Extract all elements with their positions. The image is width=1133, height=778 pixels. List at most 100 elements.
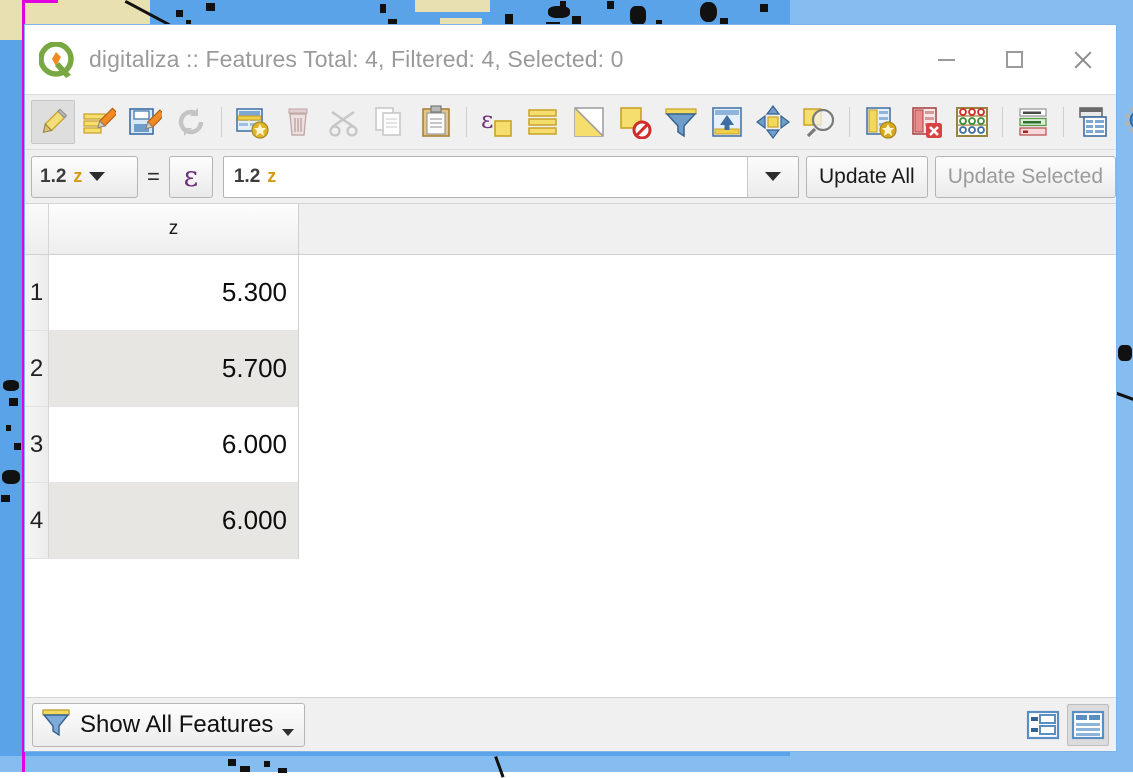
funnel-icon — [41, 707, 71, 742]
move-selection-to-top-button[interactable] — [705, 100, 749, 144]
new-field-icon — [863, 105, 897, 139]
map-water-light-bottom — [0, 756, 1133, 772]
save-edits-button[interactable] — [77, 100, 121, 144]
map-islet — [380, 4, 386, 13]
field-selector-value: z — [73, 166, 82, 187]
feature-filter-button[interactable]: Show All Features — [32, 703, 305, 747]
map-islet — [1, 495, 10, 502]
update-all-button[interactable]: Update All — [806, 156, 928, 198]
chevron-down-icon — [765, 172, 781, 181]
cell-z[interactable]: 6.000 — [49, 483, 299, 559]
toolbar-separator — [1002, 107, 1003, 137]
expression-type-glyph: 1.2 — [234, 166, 260, 188]
map-islet — [630, 6, 646, 25]
expression-dropdown-button[interactable] — [747, 157, 798, 197]
delete-selected-button[interactable] — [276, 100, 320, 144]
map-islet — [9, 398, 18, 406]
add-feature-button[interactable] — [230, 100, 274, 144]
pan-map-to-selection-icon — [756, 105, 790, 139]
map-islet — [3, 380, 19, 391]
maximize-icon — [1006, 51, 1023, 68]
map-islet — [240, 766, 250, 772]
save-edits-icon — [82, 105, 116, 139]
toggle-editing-button[interactable] — [31, 100, 75, 144]
zoom-map-to-selection-icon — [802, 105, 836, 139]
reload-table-button[interactable] — [169, 100, 213, 144]
row-number[interactable]: 1 — [25, 255, 49, 331]
expression-value: z — [267, 166, 276, 187]
attribute-table-window: digitaliza :: Features Total: 4, Filtere… — [24, 24, 1117, 752]
cell-z[interactable]: 5.300 — [49, 255, 299, 331]
select-by-expression-icon: ε — [480, 105, 514, 139]
form-view-button[interactable] — [1022, 704, 1064, 746]
save-layer-edits-button[interactable] — [123, 100, 167, 144]
save-layer-edits-icon — [128, 105, 162, 139]
reload-table-icon — [174, 105, 208, 139]
svg-text:ε: ε — [481, 106, 493, 134]
open-field-calculator-button[interactable] — [950, 100, 994, 144]
field-type-glyph: 1.2 — [40, 166, 66, 188]
expression-builder-button[interactable]: ε — [169, 156, 213, 198]
toggle-editing-icon — [36, 105, 70, 139]
maximize-button[interactable] — [980, 37, 1048, 83]
delete-field-button[interactable] — [904, 100, 948, 144]
map-islet — [264, 761, 270, 767]
table-row[interactable]: 2 5.700 — [25, 331, 1116, 407]
filter-selection-icon — [664, 105, 698, 139]
zoom-map-to-selection-button[interactable] — [797, 100, 841, 144]
filter-selection-button[interactable] — [659, 100, 703, 144]
map-land-patch-1 — [415, 0, 490, 12]
copy-features-button[interactable] — [368, 100, 412, 144]
pan-map-to-selection-button[interactable] — [751, 100, 795, 144]
paste-features-icon — [419, 105, 453, 139]
field-update-bar: 1.2 z = ε 1.2 z Update All Update Select… — [25, 150, 1116, 204]
toolbar-separator — [466, 107, 467, 137]
cell-z[interactable]: 6.000 — [49, 407, 299, 483]
map-islet — [278, 768, 287, 773]
toolbar-separator — [849, 107, 850, 137]
select-by-expression-button[interactable]: ε — [475, 100, 519, 144]
paste-features-button[interactable] — [414, 100, 458, 144]
map-islet — [228, 759, 236, 766]
update-selected-button[interactable]: Update Selected — [935, 156, 1116, 198]
map-islet — [548, 6, 570, 18]
table-corner-header[interactable] — [25, 204, 49, 254]
row-filler — [299, 483, 1116, 559]
cut-features-icon — [327, 105, 361, 139]
window-title: digitaliza :: Features Total: 4, Filtere… — [89, 46, 912, 73]
minimize-button[interactable] — [912, 37, 980, 83]
new-field-button[interactable] — [858, 100, 902, 144]
table-body: 1 5.300 2 5.700 3 6.000 4 6.000 — [25, 255, 1116, 697]
column-header-z[interactable]: z — [49, 204, 299, 254]
field-selector-combo[interactable]: 1.2 z — [31, 156, 138, 198]
table-row[interactable]: 3 6.000 — [25, 407, 1116, 483]
invert-selection-icon — [572, 105, 606, 139]
row-number[interactable]: 4 — [25, 483, 49, 559]
add-feature-icon — [235, 105, 269, 139]
table-row[interactable]: 1 5.300 — [25, 255, 1116, 331]
actions-button[interactable] — [1118, 100, 1133, 144]
qgis-logo-icon — [39, 42, 75, 78]
map-islet — [14, 443, 21, 450]
row-number[interactable]: 2 — [25, 331, 49, 407]
table-row[interactable]: 4 6.000 — [25, 483, 1116, 559]
invert-selection-button[interactable] — [567, 100, 611, 144]
table-header-row: z — [25, 204, 1116, 255]
row-number[interactable]: 3 — [25, 407, 49, 483]
expression-input[interactable]: 1.2 z — [223, 156, 799, 198]
toolbar-separator — [1063, 107, 1064, 137]
deselect-all-button[interactable] — [613, 100, 657, 144]
conditional-formatting-button[interactable] — [1011, 100, 1055, 144]
title-bar[interactable]: digitaliza :: Features Total: 4, Filtere… — [25, 25, 1116, 94]
table-view-button[interactable] — [1067, 704, 1109, 746]
cut-features-button[interactable] — [322, 100, 366, 144]
organize-columns-button[interactable] — [1072, 100, 1116, 144]
status-bar: Show All Features — [25, 697, 1116, 751]
table-header-filler — [299, 204, 1116, 254]
close-button[interactable] — [1048, 37, 1116, 83]
select-all-button[interactable] — [521, 100, 565, 144]
select-all-icon — [526, 105, 560, 139]
chevron-down-icon — [89, 172, 105, 181]
cell-z[interactable]: 5.700 — [49, 331, 299, 407]
row-filler — [299, 331, 1116, 407]
